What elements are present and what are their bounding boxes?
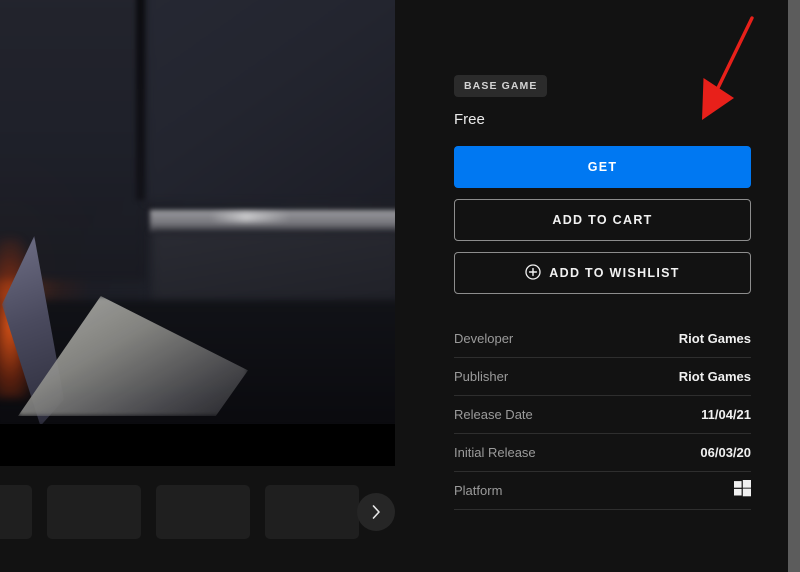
detail-value: 06/03/20 (700, 445, 751, 460)
detail-label: Developer (454, 331, 514, 346)
detail-row-developer: Developer Riot Games (454, 320, 751, 358)
screenshot-right-wall (146, 0, 395, 202)
gallery-next-button[interactable] (357, 493, 395, 531)
detail-label: Publisher (454, 369, 509, 384)
detail-value: 11/04/21 (701, 407, 751, 422)
scrollbar-thumb[interactable] (788, 0, 800, 572)
scrollbar-track[interactable] (788, 0, 800, 572)
thumbnail-strip (0, 466, 420, 572)
add-to-cart-button[interactable]: ADD TO CART (454, 199, 751, 241)
thumbnail-list (0, 485, 359, 539)
price-label: Free (454, 111, 485, 128)
letterbox-bar (0, 424, 395, 466)
detail-row-publisher: Publisher Riot Games (454, 358, 751, 396)
add-to-cart-label: ADD TO CART (552, 212, 653, 227)
detail-label: Platform (454, 483, 503, 498)
detail-row-platform: Platform (454, 472, 751, 510)
media-gallery[interactable] (0, 0, 395, 466)
product-page: BASE GAME Free GET ADD TO CART ADD TO WI… (0, 0, 800, 572)
hero-screenshot[interactable] (0, 0, 395, 424)
chevron-right-icon (372, 505, 381, 519)
base-game-badge: BASE GAME (454, 75, 547, 97)
add-to-wishlist-button[interactable]: ADD TO WISHLIST (454, 252, 751, 294)
thumbnail-2[interactable] (156, 485, 250, 539)
detail-label: Initial Release (454, 445, 536, 460)
detail-value: Riot Games (678, 331, 751, 346)
detail-row-release-date: Release Date 11/04/21 (454, 396, 751, 434)
detail-row-initial-release: Initial Release 06/03/20 (454, 434, 751, 472)
plus-circle-icon (525, 264, 541, 283)
get-button[interactable]: GET (454, 146, 751, 188)
thumbnail-3[interactable] (265, 485, 359, 539)
thumbnail-0[interactable] (0, 485, 32, 539)
thumbnail-1[interactable] (47, 485, 141, 539)
purchase-panel: BASE GAME Free GET ADD TO CART ADD TO WI… (454, 0, 751, 572)
screenshot-pillar (136, 0, 145, 200)
game-details-list: Developer Riot Games Publisher Riot Game… (454, 320, 751, 510)
screenshot-highlight (210, 212, 290, 222)
windows-icon (734, 479, 751, 502)
add-to-wishlist-label: ADD TO WISHLIST (549, 265, 680, 280)
detail-value: Riot Games (678, 369, 751, 384)
detail-label: Release Date (454, 407, 533, 422)
